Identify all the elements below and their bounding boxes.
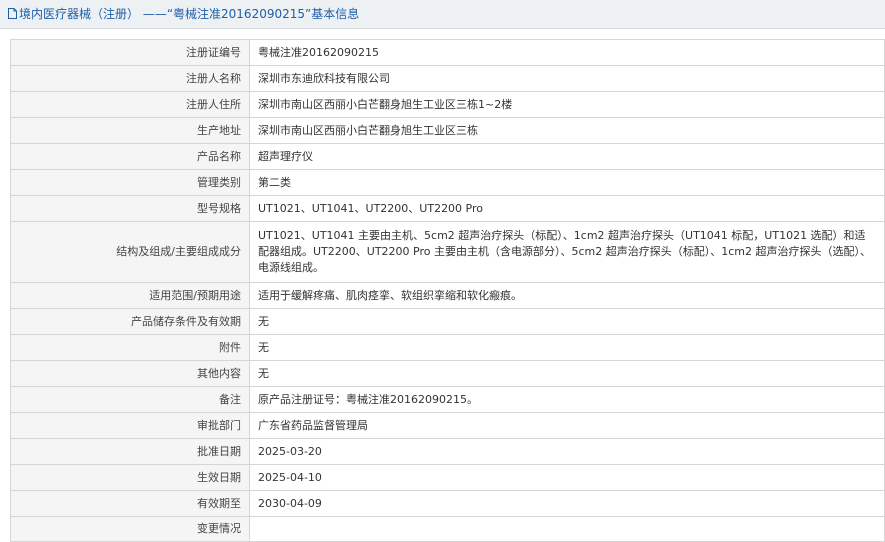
table-row: 批准日期 2025-03-20 (10, 438, 885, 465)
row-label: 结构及组成/主要组成成分 (10, 221, 250, 283)
row-value: 无 (249, 334, 885, 361)
row-value: 适用于缓解疼痛、肌肉痉挛、软组织挛缩和软化瘢痕。 (249, 282, 885, 309)
table-row: 注册人住所 深圳市南山区西丽小白芒翻身旭生工业区三栋1~2楼 (10, 91, 885, 118)
row-label: 审批部门 (10, 412, 250, 439)
row-value: 2025-03-20 (249, 438, 885, 465)
row-value (249, 516, 885, 542)
table-row: 审批部门 广东省药品监督管理局 (10, 412, 885, 439)
row-label: 适用范围/预期用途 (10, 282, 250, 309)
row-label: 产品储存条件及有效期 (10, 308, 250, 335)
row-value: UT1021、UT1041、UT2200、UT2200 Pro (249, 195, 885, 222)
row-label: 管理类别 (10, 169, 250, 196)
row-value: 深圳市东迪欣科技有限公司 (249, 65, 885, 92)
row-label: 注册人住所 (10, 91, 250, 118)
row-value: 第二类 (249, 169, 885, 196)
table-row: 生效日期 2025-04-10 (10, 464, 885, 491)
row-label: 注册人名称 (10, 65, 250, 92)
row-label: 变更情况 (10, 516, 250, 542)
row-label: 型号规格 (10, 195, 250, 222)
row-value: 粤械注准20162090215 (249, 39, 885, 66)
row-value: UT1021、UT1041 主要由主机、5cm2 超声治疗探头（标配）、1cm2… (249, 221, 885, 283)
row-label: 备注 (10, 386, 250, 413)
table-row: 注册证编号 粤械注准20162090215 (10, 39, 885, 66)
table-row: 产品名称 超声理疗仪 (10, 143, 885, 170)
row-value: 无 (249, 360, 885, 387)
row-label: 有效期至 (10, 490, 250, 517)
table-row: 产品储存条件及有效期 无 (10, 308, 885, 335)
row-label: 产品名称 (10, 143, 250, 170)
row-value: 超声理疗仪 (249, 143, 885, 170)
table-row: 附件 无 (10, 334, 885, 361)
table-row: 有效期至 2030-04-09 (10, 490, 885, 517)
table-row: 结构及组成/主要组成成分 UT1021、UT1041 主要由主机、5cm2 超声… (10, 221, 885, 283)
page-title: 境内医疗器械（注册） ——“粤械注准20162090215”基本信息 (19, 7, 360, 21)
table-row: 备注 原产品注册证号：粤械注准20162090215。 (10, 386, 885, 413)
detail-table-container: 注册证编号 粤械注准20162090215 注册人名称 深圳市东迪欣科技有限公司… (0, 29, 885, 542)
row-label: 注册证编号 (10, 39, 250, 66)
row-label: 其他内容 (10, 360, 250, 387)
row-value: 深圳市南山区西丽小白芒翻身旭生工业区三栋 (249, 117, 885, 144)
row-label: 生效日期 (10, 464, 250, 491)
table-row: 适用范围/预期用途 适用于缓解疼痛、肌肉痉挛、软组织挛缩和软化瘢痕。 (10, 282, 885, 309)
page-header: 境内医疗器械（注册） ——“粤械注准20162090215”基本信息 (0, 0, 885, 29)
table-row: 型号规格 UT1021、UT1041、UT2200、UT2200 Pro (10, 195, 885, 222)
table-row: 生产地址 深圳市南山区西丽小白芒翻身旭生工业区三栋 (10, 117, 885, 144)
table-row: 注册人名称 深圳市东迪欣科技有限公司 (10, 65, 885, 92)
row-value: 广东省药品监督管理局 (249, 412, 885, 439)
row-value: 深圳市南山区西丽小白芒翻身旭生工业区三栋1~2楼 (249, 91, 885, 118)
row-label: 附件 (10, 334, 250, 361)
row-value: 2025-04-10 (249, 464, 885, 491)
row-label: 生产地址 (10, 117, 250, 144)
detail-table: 注册证编号 粤械注准20162090215 注册人名称 深圳市东迪欣科技有限公司… (10, 39, 885, 542)
document-icon (8, 8, 17, 19)
row-value: 原产品注册证号：粤械注准20162090215。 (249, 386, 885, 413)
row-value: 2030-04-09 (249, 490, 885, 517)
table-row: 其他内容 无 (10, 360, 885, 387)
table-row: 管理类别 第二类 (10, 169, 885, 196)
row-label: 批准日期 (10, 438, 250, 465)
row-value: 无 (249, 308, 885, 335)
table-row: 变更情况 (10, 516, 885, 542)
